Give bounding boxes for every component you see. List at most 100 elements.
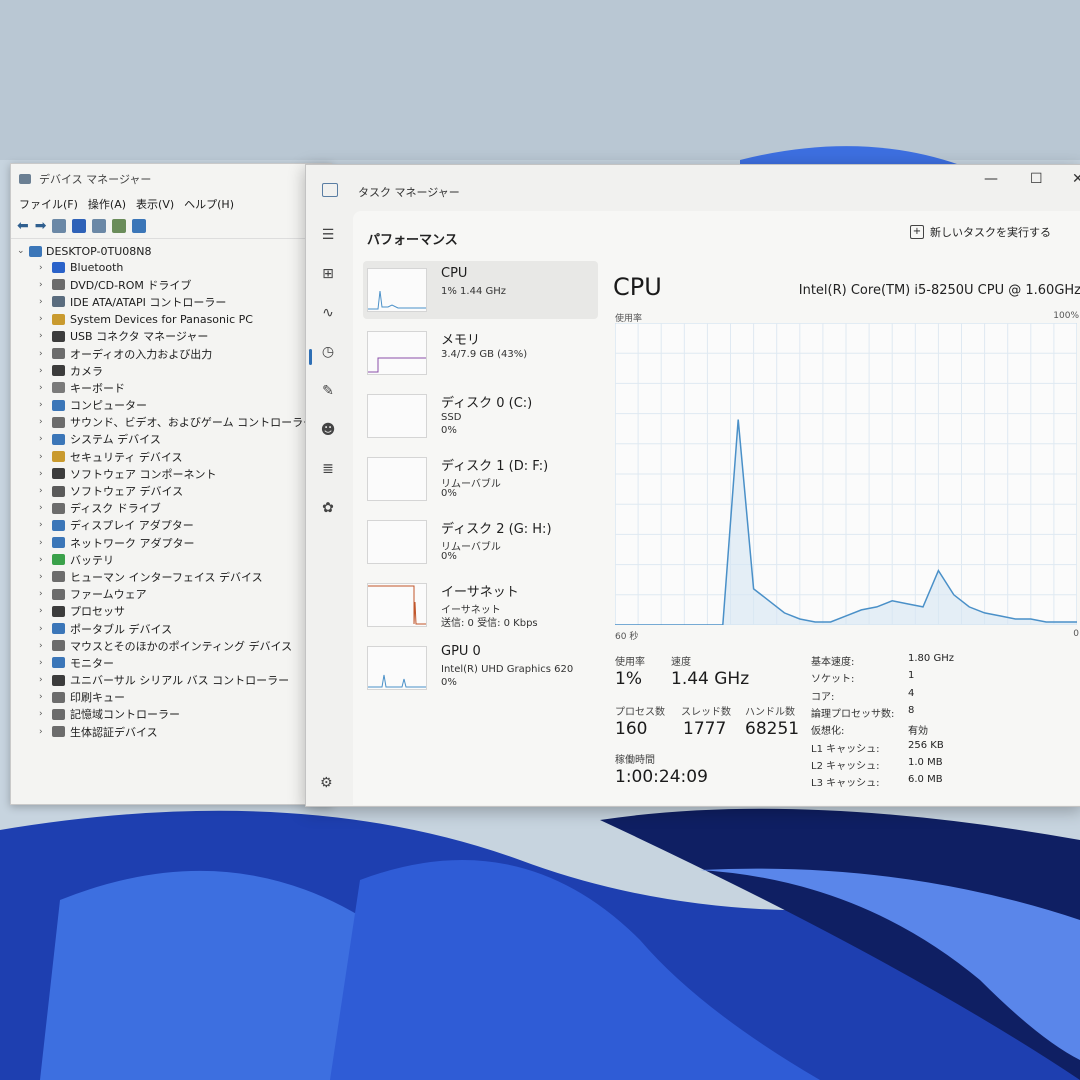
menu-action[interactable]: 操作(A) — [88, 196, 126, 212]
chevron-right-icon[interactable]: › — [39, 297, 47, 307]
details-icon[interactable]: ≣ — [320, 461, 336, 477]
users-icon[interactable]: ☻ — [320, 422, 336, 438]
chevron-right-icon[interactable]: › — [39, 486, 47, 496]
device-category-item[interactable]: › IDE ATA/ATAPI コントローラー — [17, 293, 331, 310]
device-category-item[interactable]: › DVD/CD-ROM ドライブ — [17, 276, 331, 293]
device-category-item[interactable]: › USB コネクタ マネージャー — [17, 328, 331, 345]
settings-gear-icon[interactable]: ⚙ — [320, 775, 333, 791]
chevron-right-icon[interactable]: › — [39, 727, 47, 737]
chevron-right-icon[interactable]: › — [39, 366, 47, 376]
task-manager-titlebar: タスク マネージャー — ☐ ✕ — [306, 165, 1080, 209]
startup-apps-icon[interactable]: ✎ — [320, 383, 336, 399]
device-category-item[interactable]: › ポータブル デバイス — [17, 620, 331, 637]
device-category-item[interactable]: › System Devices for Panasonic PC — [17, 311, 331, 328]
chevron-right-icon[interactable]: › — [39, 434, 47, 444]
device-category-item[interactable]: › バッテリ — [17, 551, 331, 568]
chevron-right-icon[interactable]: › — [39, 520, 47, 530]
device-category-item[interactable]: › プロセッサ — [17, 603, 331, 620]
processes-icon[interactable]: ⊞ — [320, 266, 336, 282]
chevron-right-icon[interactable]: › — [39, 641, 47, 651]
help-icon[interactable] — [72, 219, 87, 233]
hid-icon — [52, 571, 65, 583]
chevron-down-icon[interactable]: ⌄ — [17, 246, 25, 256]
chevron-right-icon[interactable]: › — [39, 469, 47, 479]
resource-item[interactable]: CPU 1% 1.44 GHz — [363, 261, 598, 319]
back-arrow-icon[interactable]: ⬅ — [17, 219, 29, 233]
chevron-right-icon[interactable]: › — [39, 383, 47, 393]
chevron-right-icon[interactable]: › — [39, 658, 47, 668]
chevron-right-icon[interactable]: › — [39, 709, 47, 719]
chevron-right-icon[interactable]: › — [39, 675, 47, 685]
device-tree-root[interactable]: ⌄ DESKTOP-0TU08N8 — [17, 243, 331, 259]
resource-item[interactable]: ディスク 2 (G: H:) リムーバブル 0% — [363, 513, 598, 571]
device-category-item[interactable]: › 生体認証デバイス — [17, 723, 331, 740]
chevron-right-icon[interactable]: › — [39, 624, 47, 634]
chevron-right-icon[interactable]: › — [39, 555, 47, 565]
device-category-item[interactable]: › ソフトウェア コンポーネント — [17, 465, 331, 482]
chevron-right-icon[interactable]: › — [39, 572, 47, 582]
chevron-right-icon[interactable]: › — [39, 538, 47, 548]
services-icon[interactable]: ✿ — [320, 500, 336, 516]
resource-name: メモリ — [441, 333, 481, 348]
resource-item[interactable]: ディスク 1 (D: F:) リムーバブル 0% — [363, 450, 598, 508]
show-hidden-icon[interactable] — [92, 219, 107, 233]
minimize-icon[interactable]: — — [984, 171, 998, 187]
chevron-right-icon[interactable]: › — [39, 503, 47, 513]
device-category-item[interactable]: › ディスク ドライブ — [17, 500, 331, 517]
resource-item[interactable]: メモリ 3.4/7.9 GB (43%) — [363, 324, 598, 382]
device-category-item[interactable]: › 印刷キュー — [17, 689, 331, 706]
chevron-right-icon[interactable]: › — [39, 400, 47, 410]
resource-item[interactable]: ディスク 0 (C:) SSD 0% — [363, 387, 598, 445]
menu-help[interactable]: ヘルプ(H) — [184, 196, 234, 212]
handle-count-label: ハンドル数 — [745, 707, 795, 718]
device-category-item[interactable]: › カメラ — [17, 362, 331, 379]
device-category-item[interactable]: › モニター — [17, 654, 331, 671]
close-icon[interactable]: ✕ — [1072, 171, 1080, 187]
resource-item[interactable]: GPU 0 Intel(R) UHD Graphics 620 0% — [363, 639, 598, 697]
menu-view[interactable]: 表示(V) — [136, 196, 174, 212]
resource-detail: 1% 1.44 GHz — [441, 286, 507, 297]
forward-arrow-icon[interactable]: ➡ — [35, 219, 47, 233]
device-category-item[interactable]: › ヒューマン インターフェイス デバイス — [17, 568, 331, 585]
device-category-item[interactable]: › 記憶域コントローラー — [17, 706, 331, 723]
scan-hardware-icon[interactable] — [112, 219, 127, 233]
chevron-right-icon[interactable]: › — [39, 331, 47, 341]
chevron-right-icon[interactable]: › — [39, 314, 47, 324]
device-manager-icon — [19, 174, 31, 184]
resource-name: ディスク 0 (C:) — [441, 396, 533, 411]
hamburger-menu-icon[interactable]: ☰ — [320, 227, 336, 243]
device-category-item[interactable]: › Bluetooth — [17, 259, 331, 276]
device-category-item[interactable]: › システム デバイス — [17, 431, 331, 448]
chevron-right-icon[interactable]: › — [39, 280, 47, 290]
device-category-item[interactable]: › サウンド、ビデオ、およびゲーム コントローラー — [17, 414, 331, 431]
sound-icon — [52, 416, 65, 428]
maximize-icon[interactable]: ☐ — [1030, 171, 1043, 187]
performance-icon[interactable]: ∿ — [320, 305, 336, 321]
chevron-right-icon[interactable]: › — [39, 452, 47, 462]
chevron-right-icon[interactable]: › — [39, 692, 47, 702]
computer-icon — [52, 399, 65, 411]
page-title: パフォーマンス — [367, 233, 458, 248]
run-new-task-button[interactable]: + 新しいタスクを実行する — [910, 224, 1051, 240]
chevron-right-icon[interactable]: › — [39, 263, 47, 273]
device-category-label: プロセッサ — [70, 605, 125, 619]
chevron-right-icon[interactable]: › — [39, 349, 47, 359]
device-category-item[interactable]: › ディスプレイ アダプター — [17, 517, 331, 534]
resource-item[interactable]: イーサネット イーサネット 送信: 0 受信: 0 Kbps — [363, 576, 598, 634]
menu-file[interactable]: ファイル(F) — [19, 196, 78, 212]
monitor-icon[interactable] — [132, 219, 147, 233]
properties-icon[interactable] — [52, 219, 67, 233]
app-history-icon[interactable]: ◷ — [320, 344, 336, 360]
device-category-item[interactable]: › マウスとそのほかのポインティング デバイス — [17, 637, 331, 654]
chevron-right-icon[interactable]: › — [39, 589, 47, 599]
device-category-item[interactable]: › ソフトウェア デバイス — [17, 482, 331, 499]
device-category-item[interactable]: › セキュリティ デバイス — [17, 448, 331, 465]
device-category-item[interactable]: › キーボード — [17, 379, 331, 396]
device-category-item[interactable]: › オーディオの入力および出力 — [17, 345, 331, 362]
device-category-item[interactable]: › ファームウェア — [17, 586, 331, 603]
chevron-right-icon[interactable]: › — [39, 606, 47, 616]
device-category-item[interactable]: › ユニバーサル シリアル バス コントローラー — [17, 672, 331, 689]
device-category-item[interactable]: › コンピューター — [17, 397, 331, 414]
device-category-item[interactable]: › ネットワーク アダプター — [17, 534, 331, 551]
chevron-right-icon[interactable]: › — [39, 417, 47, 427]
